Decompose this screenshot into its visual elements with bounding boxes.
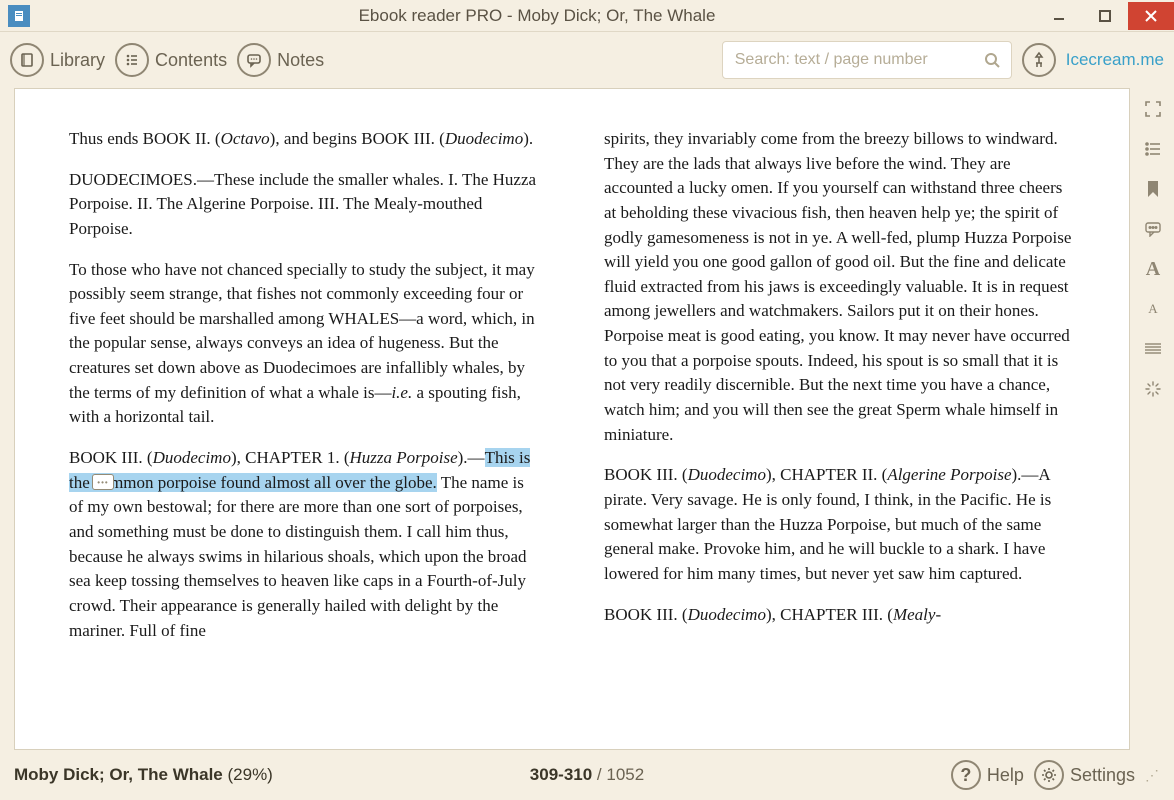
note-marker-icon[interactable]: ••• <box>92 474 114 490</box>
search-input[interactable] <box>733 50 975 70</box>
window-title: Ebook reader PRO - Moby Dick; Or, The Wh… <box>38 6 1036 26</box>
paragraph: DUODECIMOES.—These include the smaller w… <box>69 168 540 242</box>
paragraph: spirits, they invariably come from the b… <box>604 127 1075 447</box>
close-button[interactable] <box>1128 2 1174 30</box>
notes-button[interactable]: Notes <box>237 43 324 77</box>
help-label: Help <box>987 765 1024 786</box>
note-icon <box>237 43 271 77</box>
toolbar: Library Contents Notes Icecream.me <box>0 32 1174 88</box>
settings-label: Settings <box>1070 765 1135 786</box>
reader-area: Thus ends BOOK II. (Octavo), and begins … <box>0 88 1174 750</box>
minimize-button[interactable] <box>1036 2 1082 30</box>
settings-button[interactable]: Settings <box>1034 760 1135 790</box>
brand-icon[interactable] <box>1022 43 1056 77</box>
window-controls <box>1036 2 1174 30</box>
paragraph: BOOK III. (Duodecimo), CHAPTER 1. (Huzza… <box>69 446 540 643</box>
toc-icon[interactable] <box>1142 138 1164 160</box>
library-label: Library <box>50 50 105 71</box>
reader-page[interactable]: Thus ends BOOK II. (Octavo), and begins … <box>14 88 1130 750</box>
brightness-icon[interactable] <box>1142 378 1164 400</box>
columns-icon[interactable] <box>1142 338 1164 360</box>
help-icon: ? <box>951 760 981 790</box>
annotation-icon[interactable] <box>1142 218 1164 240</box>
font-smaller-icon[interactable]: A <box>1142 298 1164 320</box>
search-box[interactable] <box>722 41 1012 79</box>
brand-link[interactable]: Icecream.me <box>1066 50 1164 70</box>
font-larger-icon[interactable]: A <box>1142 258 1164 280</box>
search-icon[interactable] <box>983 51 1001 69</box>
notes-label: Notes <box>277 50 324 71</box>
book-icon <box>10 43 44 77</box>
help-button[interactable]: ? Help <box>951 760 1024 790</box>
paragraph: Thus ends BOOK II. (Octavo), and begins … <box>69 127 540 152</box>
library-button[interactable]: Library <box>10 43 105 77</box>
title-bar: Ebook reader PRO - Moby Dick; Or, The Wh… <box>0 0 1174 32</box>
list-icon <box>115 43 149 77</box>
contents-label: Contents <box>155 50 227 71</box>
app-icon <box>8 5 30 27</box>
resize-grip[interactable]: ⋰ <box>1145 767 1160 784</box>
bookmark-icon[interactable] <box>1142 178 1164 200</box>
paragraph: BOOK III. (Duodecimo), CHAPTER III. (Mea… <box>604 603 1075 628</box>
right-column: spirits, they invariably come from the b… <box>604 127 1075 711</box>
fullscreen-icon[interactable] <box>1142 98 1164 120</box>
paragraph: BOOK III. (Duodecimo), CHAPTER II. (Alge… <box>604 463 1075 586</box>
status-book-title: Moby Dick; Or, The Whale (29%) <box>14 765 273 785</box>
left-column: Thus ends BOOK II. (Octavo), and begins … <box>69 127 540 711</box>
paragraph: To those who have not chanced specially … <box>69 258 540 430</box>
contents-button[interactable]: Contents <box>115 43 227 77</box>
gear-icon <box>1034 760 1064 790</box>
status-bar: Moby Dick; Or, The Whale (29%) 309-310 /… <box>0 750 1174 800</box>
side-tools: A A <box>1142 98 1164 400</box>
maximize-button[interactable] <box>1082 2 1128 30</box>
